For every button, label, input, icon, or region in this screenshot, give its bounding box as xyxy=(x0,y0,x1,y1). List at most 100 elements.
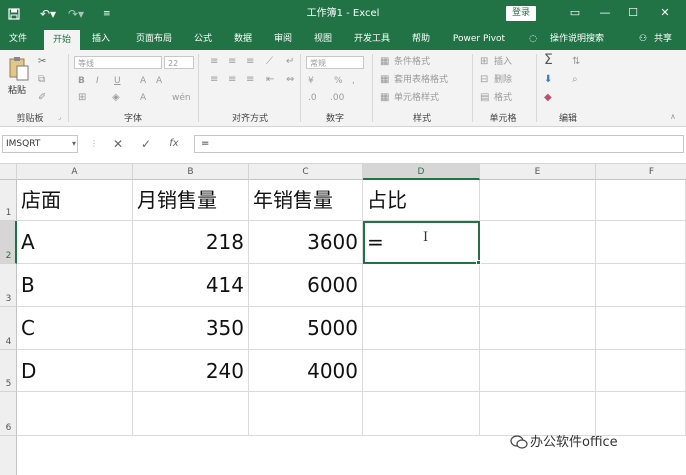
maximize-icon[interactable]: ☐ xyxy=(624,4,642,22)
underline-icon[interactable]: U xyxy=(114,74,121,88)
clipboard-group-label: 剪贴板 xyxy=(16,114,44,124)
insert-function-icon[interactable]: fx xyxy=(164,135,184,153)
copy-icon[interactable]: ⧉ xyxy=(38,73,45,87)
text-cursor-icon: I xyxy=(423,230,429,245)
font-color-icon[interactable]: A xyxy=(140,91,146,105)
clipboard-launcher-icon[interactable]: ⌟ xyxy=(58,110,61,124)
cell-styles-button[interactable]: 单元格样式 xyxy=(394,91,439,105)
paste-icon[interactable] xyxy=(8,56,30,82)
minimize-icon[interactable]: — xyxy=(596,4,614,22)
cut-icon[interactable]: ✂ xyxy=(38,55,46,69)
insert-cells-button[interactable]: 插入 xyxy=(494,55,512,69)
format-cells-button[interactable]: 格式 xyxy=(494,91,512,105)
tab-developer[interactable]: 开发工具 xyxy=(348,28,396,50)
font-size-box[interactable]: 22 xyxy=(164,56,194,69)
delete-cells-button[interactable]: 删除 xyxy=(494,73,512,87)
autosum-icon[interactable]: Σ xyxy=(544,53,553,67)
percent-icon[interactable]: % xyxy=(334,74,343,88)
column-header[interactable]: F xyxy=(596,164,686,180)
cell-styles-icon: ▦ xyxy=(380,92,390,103)
column-header[interactable]: E xyxy=(480,164,596,180)
cancel-icon[interactable]: ✕ xyxy=(108,135,128,153)
enter-icon[interactable]: ✓ xyxy=(136,135,156,153)
font-group-label: 字体 xyxy=(123,114,142,124)
column-header[interactable]: D xyxy=(363,164,480,180)
format-painter-icon[interactable]: ✐ xyxy=(38,91,46,105)
phonetic-icon[interactable]: wén xyxy=(172,91,191,105)
align-right-icon[interactable]: ≡ xyxy=(246,73,254,87)
formula-bar-handle-icon[interactable]: ⋮ xyxy=(84,135,104,153)
orientation-icon[interactable]: ⟋ xyxy=(266,55,273,69)
row-header[interactable]: 1 xyxy=(0,180,17,221)
share-button[interactable]: 共享 xyxy=(650,28,676,50)
borders-icon[interactable]: ⊞ xyxy=(78,91,86,105)
merge-center-icon[interactable]: ⇔ xyxy=(286,73,294,87)
number-format-box[interactable]: 常规 xyxy=(306,56,364,69)
active-cell-border xyxy=(363,221,480,264)
row-header[interactable] xyxy=(0,436,17,475)
clear-icon[interactable]: ◆ xyxy=(544,91,552,105)
tab-insert[interactable]: 插入 xyxy=(84,28,118,50)
fill-icon[interactable]: ⬇ xyxy=(544,73,552,87)
tab-home[interactable]: 开始 xyxy=(44,30,80,50)
divider xyxy=(536,54,537,122)
decrease-indent-icon[interactable]: ⇤ xyxy=(266,73,274,87)
conditional-format-button[interactable]: 条件格式 xyxy=(394,55,430,69)
bold-icon[interactable]: B xyxy=(78,74,85,88)
divider xyxy=(68,54,69,122)
align-bottom-icon[interactable]: ≡ xyxy=(246,55,254,69)
tab-review[interactable]: 审阅 xyxy=(266,28,300,50)
align-middle-icon[interactable]: ≡ xyxy=(228,55,236,69)
font-grow-icon[interactable]: A xyxy=(140,74,146,88)
cells-group-label: 单元格 xyxy=(489,114,517,124)
tab-formulas[interactable]: 公式 xyxy=(186,28,220,50)
share-icon: ⚇ xyxy=(638,34,648,44)
close-icon[interactable]: ✕ xyxy=(656,4,674,22)
divider xyxy=(198,54,199,122)
align-left-icon[interactable]: ≡ xyxy=(210,73,218,87)
row-header[interactable]: 2 xyxy=(0,221,17,264)
tab-help[interactable]: 帮助 xyxy=(404,28,438,50)
align-center-icon[interactable]: ≡ xyxy=(228,73,236,87)
currency-icon[interactable]: ¥ xyxy=(308,74,314,88)
tell-me-search[interactable]: 操作说明搜索 xyxy=(542,28,612,50)
tab-page-layout[interactable]: 页面布局 xyxy=(126,28,182,50)
comma-style-icon[interactable]: , xyxy=(352,74,355,88)
find-select-icon[interactable]: ⌕ xyxy=(572,73,578,87)
collapse-ribbon-icon[interactable]: ∧ xyxy=(670,110,676,124)
editing-group-label: 编辑 xyxy=(558,114,577,124)
divider xyxy=(472,54,473,122)
select-all-button[interactable] xyxy=(0,164,17,180)
formula-input[interactable]: = xyxy=(194,135,684,153)
decrease-decimal-icon[interactable]: .00 xyxy=(330,91,344,105)
row-header[interactable]: 4 xyxy=(0,307,17,350)
column-header[interactable]: B xyxy=(133,164,249,180)
conditional-format-icon: ▦ xyxy=(380,56,390,67)
fill-handle[interactable] xyxy=(476,260,481,265)
fill-color-icon[interactable]: ◈ xyxy=(112,91,120,105)
ribbon-display-icon[interactable]: ▭ xyxy=(566,4,584,22)
paste-label: 粘贴 xyxy=(8,86,27,96)
increase-decimal-icon[interactable]: .0 xyxy=(308,91,317,105)
tab-power-pivot[interactable]: Power Pivot xyxy=(446,28,512,50)
sort-filter-icon[interactable]: ⇅ xyxy=(572,55,580,69)
format-table-button[interactable]: 套用表格格式 xyxy=(394,73,448,87)
name-box-dropdown-icon[interactable]: ▾ xyxy=(64,135,84,153)
row-header[interactable]: 3 xyxy=(0,264,17,307)
font-name-box[interactable]: 等线 xyxy=(74,56,162,69)
wrap-text-icon[interactable]: ↵ xyxy=(286,55,294,69)
tab-view[interactable]: 视图 xyxy=(306,28,340,50)
formula-bar: IMSQRT ▾ ⋮ ✕ ✓ fx = xyxy=(0,127,686,164)
tab-data[interactable]: 数据 xyxy=(226,28,260,50)
format-cells-icon: ▤ xyxy=(480,92,490,103)
italic-icon[interactable]: I xyxy=(96,74,99,88)
column-header[interactable]: C xyxy=(249,164,363,180)
watermark-text: 办公软件office xyxy=(530,435,618,450)
column-header[interactable]: A xyxy=(17,164,133,180)
font-shrink-icon[interactable]: A xyxy=(156,74,162,88)
row-header[interactable]: 5 xyxy=(0,350,17,392)
row-header[interactable]: 6 xyxy=(0,392,17,436)
login-button[interactable]: 登录 xyxy=(506,6,536,21)
tab-file[interactable]: 文件 xyxy=(4,28,32,50)
align-top-icon[interactable]: ≡ xyxy=(210,55,218,69)
